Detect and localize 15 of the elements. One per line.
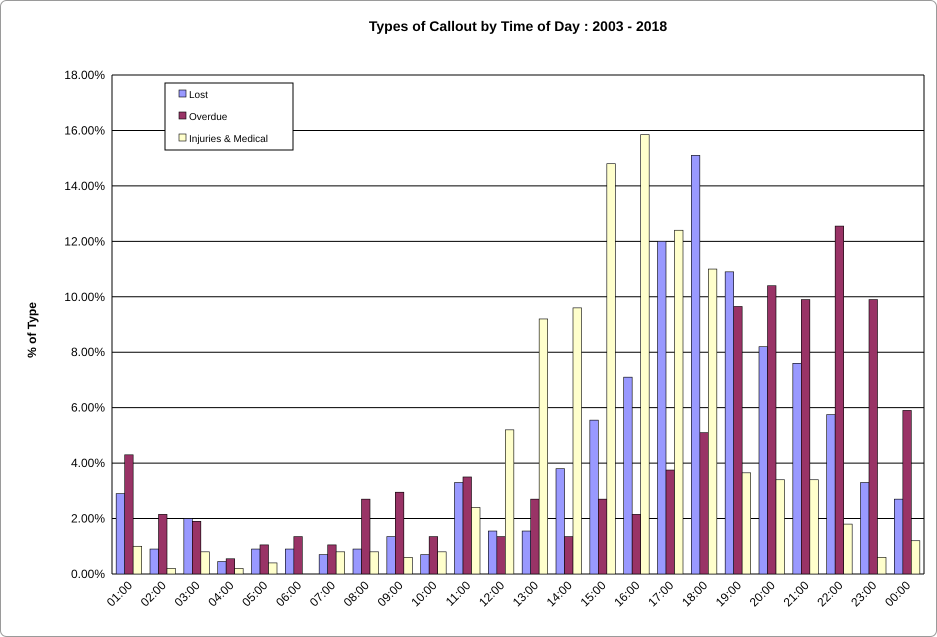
legend-label: Lost	[189, 90, 208, 101]
tick-label: 12.00%	[64, 234, 105, 248]
tick-label: 6.00%	[70, 400, 105, 415]
tick-label: 2.00%	[70, 512, 105, 526]
tick-label: 8.00%	[70, 345, 105, 360]
legend-label: Injuries & Medical	[189, 134, 268, 145]
tick-label: 16.00%	[64, 123, 105, 138]
tick-label: 10.00%	[64, 290, 105, 304]
tick-label: 0.00%	[70, 567, 105, 581]
chart-title: Types of Callout by Time of Day : 2003 - 2018	[368, 18, 668, 34]
legend-label: Overdue	[189, 112, 228, 123]
axis-label: % of Type	[25, 302, 39, 358]
tick-label: 18.00%	[64, 68, 105, 82]
tick-label: 14.00%	[64, 178, 105, 193]
tick-label: 4.00%	[70, 456, 105, 470]
